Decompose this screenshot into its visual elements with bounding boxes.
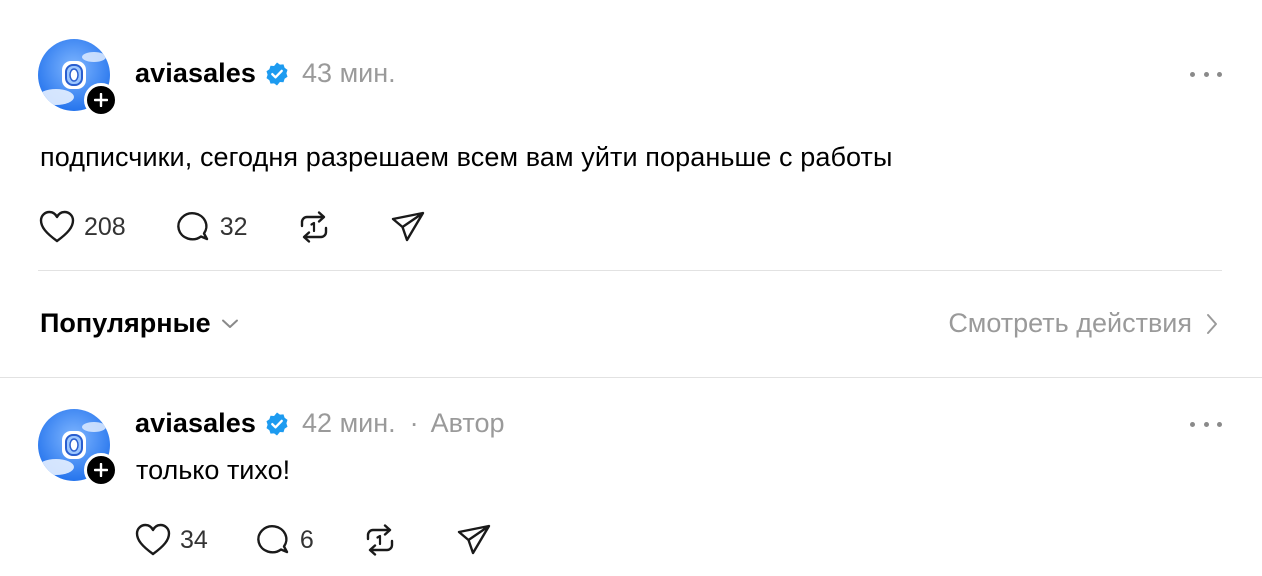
like-count: 34 bbox=[180, 525, 208, 554]
like-button[interactable]: 208 bbox=[38, 209, 126, 245]
reply-avatar[interactable] bbox=[38, 409, 118, 487]
post-actions: 208 32 bbox=[38, 209, 426, 245]
more-icon[interactable] bbox=[1190, 66, 1222, 82]
username[interactable]: aviasales bbox=[135, 408, 256, 439]
share-icon bbox=[391, 211, 424, 242]
heart-icon bbox=[135, 523, 171, 556]
sort-label: Популярные bbox=[40, 308, 211, 338]
comment-button[interactable]: 6 bbox=[256, 522, 314, 558]
like-count: 208 bbox=[84, 212, 126, 241]
timestamp: 43 мин. bbox=[302, 58, 396, 88]
timestamp: 42 мин. bbox=[302, 408, 396, 438]
comment-button[interactable]: 32 bbox=[176, 209, 248, 245]
chevron-down-icon bbox=[221, 319, 238, 328]
comment-icon bbox=[176, 212, 208, 241]
reply-actions: 34 6 bbox=[134, 522, 492, 558]
post-text: подписчики, сегодня разрешаем всем вам у… bbox=[40, 142, 893, 172]
like-button[interactable]: 34 bbox=[134, 522, 208, 558]
comment-count: 32 bbox=[219, 212, 248, 241]
more-icon[interactable] bbox=[1190, 416, 1222, 432]
meta-separator: · bbox=[409, 408, 419, 438]
verified-icon bbox=[264, 411, 290, 437]
post-meta: aviasales 43 мин. bbox=[135, 58, 396, 89]
comment-count: 6 bbox=[299, 525, 314, 554]
chevron-right-icon bbox=[1207, 313, 1217, 334]
avatar[interactable] bbox=[38, 39, 118, 117]
username[interactable]: aviasales bbox=[135, 58, 256, 89]
repost-button[interactable] bbox=[296, 209, 332, 245]
heart-icon bbox=[39, 210, 75, 243]
repost-icon bbox=[366, 524, 393, 556]
repost-button[interactable] bbox=[362, 522, 398, 558]
section-divider bbox=[0, 377, 1262, 378]
view-activity-label: Смотреть действия bbox=[948, 308, 1192, 338]
plus-icon bbox=[94, 93, 108, 107]
share-icon bbox=[457, 524, 490, 555]
reply-text: только тихо! bbox=[136, 455, 291, 485]
author-tag: Автор bbox=[430, 408, 505, 438]
share-button[interactable] bbox=[390, 209, 426, 245]
share-button[interactable] bbox=[456, 522, 492, 558]
comment-icon bbox=[256, 525, 289, 554]
divider bbox=[38, 270, 1222, 271]
follow-plus-button[interactable] bbox=[84, 83, 118, 117]
post-header: aviasales 43 мин. bbox=[38, 38, 1222, 117]
view-activity-link[interactable]: Смотреть действия bbox=[948, 308, 1218, 339]
plus-icon bbox=[94, 463, 108, 477]
reply-meta: aviasales 42 мин. · Автор bbox=[135, 408, 504, 439]
thread-page: aviasales 43 мин. подписчики, сегодня ра… bbox=[0, 0, 1262, 576]
follow-plus-button[interactable] bbox=[84, 453, 118, 487]
verified-icon bbox=[264, 61, 290, 87]
repost-icon bbox=[300, 211, 327, 243]
sort-dropdown[interactable]: Популярные bbox=[40, 308, 239, 339]
